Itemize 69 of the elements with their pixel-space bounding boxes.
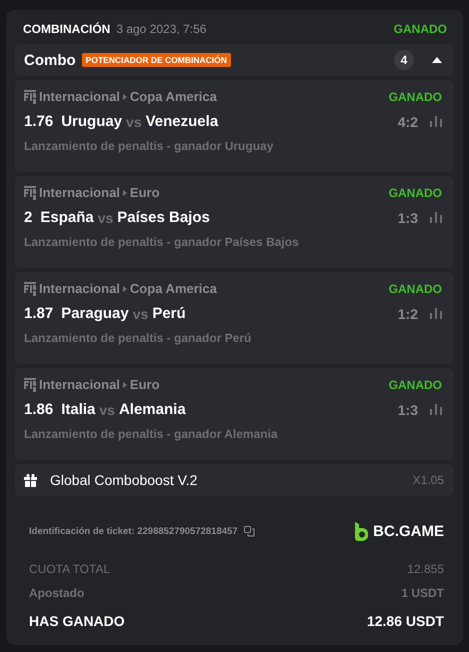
bet-type: COMBINACIÓN <box>23 22 110 36</box>
bet-market: Lanzamiento de penaltis - ganador Países Bajos <box>24 235 300 249</box>
chevron-right-icon <box>122 190 127 196</box>
boost-label: Global Comboboost V.2 <box>50 472 198 488</box>
chevron-right-icon <box>122 286 127 292</box>
away-team: Perú <box>152 305 186 322</box>
brand-logo-icon <box>355 522 368 541</box>
bet-status: GANADO <box>388 90 442 104</box>
combo-label: Combo <box>24 52 76 68</box>
ticket-id: Identificación de ticket: 2298852790572818457 <box>29 526 238 537</box>
bet-league: Copa America <box>130 281 217 296</box>
versus-label: vs <box>99 402 115 418</box>
away-team: Venezuela <box>146 113 218 130</box>
final-score: 4:2 <box>398 114 418 130</box>
away-team: Países Bajos <box>117 209 210 226</box>
bet-market: Lanzamiento de penaltis - ganador Perú <box>24 331 252 345</box>
summary-label: Apostado <box>29 586 84 600</box>
chevron-right-icon <box>122 94 127 100</box>
brand-name: BC.GAME <box>373 523 444 540</box>
copy-icon[interactable] <box>244 526 255 537</box>
final-score: 1:2 <box>398 306 418 322</box>
stats-icon[interactable] <box>430 404 442 415</box>
bet-status: GANADO <box>394 22 447 36</box>
bet-odds: 1.87 <box>24 305 54 322</box>
summary-label: CUOTA TOTAL <box>29 562 110 576</box>
bet-category: Internacional <box>39 185 120 200</box>
sport-logo-icon <box>24 282 36 296</box>
bet-market: Lanzamiento de penaltis - ganador Uruguay <box>24 139 274 153</box>
gift-icon <box>24 474 37 486</box>
summary-value: 1 USDT <box>401 586 444 600</box>
bet-status: GANADO <box>388 282 442 296</box>
boost-multiplier: X1.05 <box>412 473 444 487</box>
summary-value: 12.86 USDT <box>366 613 444 629</box>
home-team: Paraguay <box>61 305 129 322</box>
bet-league: Copa America <box>130 89 217 104</box>
combo-bar[interactable]: Combo POTENCIADOR DE COMBINACIÓN 4 <box>15 44 454 76</box>
versus-label: vs <box>132 306 148 322</box>
bet-category: Internacional <box>39 377 120 392</box>
bet-category: Internacional <box>39 89 120 104</box>
bet-odds: 1.86 <box>24 401 54 418</box>
home-team: Uruguay <box>61 113 122 130</box>
bet-status: GANADO <box>388 378 442 392</box>
selection-count: 4 <box>394 50 414 70</box>
summary-value: 12.855 <box>407 562 444 576</box>
versus-label: vs <box>98 210 114 226</box>
bet-status: GANADO <box>388 186 442 200</box>
home-team: España <box>40 209 94 226</box>
final-score: 1:3 <box>398 210 418 226</box>
bet-league: Euro <box>130 377 160 392</box>
bet-category: Internacional <box>39 281 120 296</box>
stats-icon[interactable] <box>430 212 442 223</box>
home-team: Italia <box>61 401 96 418</box>
bet-market: Lanzamiento de penaltis - ganador Alemania <box>24 427 279 441</box>
away-team: Alemania <box>118 401 186 418</box>
bet-odds: 1.76 <box>24 113 54 130</box>
sport-logo-icon <box>24 378 36 392</box>
sport-logo-icon <box>24 90 36 104</box>
stats-icon[interactable] <box>430 116 442 127</box>
bet-league: Euro <box>130 185 160 200</box>
boost-badge: POTENCIADOR DE COMBINACIÓN <box>82 53 231 67</box>
summary-label: HAS GANADO <box>29 613 125 629</box>
versus-label: vs <box>126 114 142 130</box>
stats-icon[interactable] <box>430 308 442 319</box>
final-score: 1:3 <box>398 402 418 418</box>
sport-logo-icon <box>24 186 36 200</box>
bet-odds: 2 <box>24 209 32 226</box>
chevron-right-icon <box>122 382 127 388</box>
caret-icon[interactable] <box>432 57 442 63</box>
bet-date: 3 ago 2023, 7:56 <box>116 22 206 36</box>
